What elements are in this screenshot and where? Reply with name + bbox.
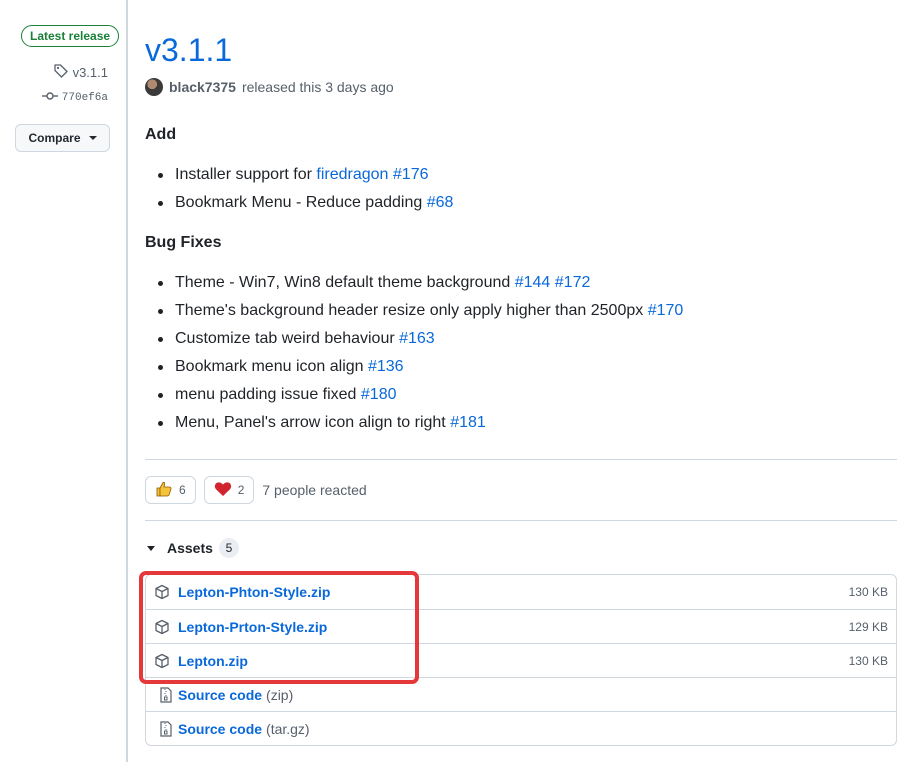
tag-label: v3.1.1 [72, 65, 108, 80]
thumbs-up-count: 6 [179, 483, 186, 497]
package-icon [154, 584, 170, 600]
release-title[interactable]: v3.1.1 [145, 30, 232, 70]
asset-size: 130 KB [848, 585, 888, 599]
asset-size: 130 KB [848, 653, 888, 668]
asset-size: 129 KB [848, 619, 888, 634]
issue-link[interactable]: #163 [399, 330, 435, 347]
add-list: Installer support for firedragon #176 Bo… [157, 161, 454, 217]
asset-link[interactable]: Source code (zip) [178, 687, 293, 703]
released-text: released this 3 days ago [241, 79, 394, 95]
issue-link[interactable]: #181 [450, 414, 486, 431]
issue-link[interactable]: #180 [361, 386, 397, 403]
release-meta: black7375 released this 3 days ago [145, 78, 394, 96]
compare-label: Compare [28, 131, 81, 145]
commit-sha: 770ef6a [61, 92, 108, 104]
avatar[interactable] [145, 78, 163, 96]
asset-row[interactable]: Source code (zip) [146, 677, 896, 711]
package-icon [154, 653, 170, 669]
bugfix-list: Theme - Win7, Win8 default theme backgro… [157, 269, 684, 437]
reactions-bar: 6 2 7 people reacted [145, 476, 367, 504]
commit-icon [41, 90, 58, 106]
asset-link[interactable]: Lepton-Prton-Style.zip [178, 619, 327, 635]
file-zip-icon [158, 720, 174, 737]
issue-link[interactable]: #176 [393, 166, 429, 183]
issue-link[interactable]: #172 [555, 274, 591, 291]
commit-link[interactable]: 770ef6a [41, 90, 108, 106]
heart-icon [214, 481, 232, 500]
add-heading: Add [145, 126, 177, 143]
compare-button[interactable]: Compare [15, 124, 110, 152]
asset-row[interactable]: Source code (tar.gz) [146, 711, 896, 745]
thumbs-up-icon [155, 480, 173, 501]
tag-link[interactable]: v3.1.1 [53, 63, 108, 82]
list-item: Customize tab weird behaviour #163 [157, 325, 683, 353]
triangle-down-icon [147, 545, 155, 551]
assets-count-badge: 5 [218, 538, 239, 558]
list-item: Menu, Panel's arrow icon align to right … [157, 409, 683, 437]
assets-label: Assets [167, 540, 213, 556]
tag-icon [53, 63, 69, 82]
release-sidebar: Latest release v3.1.1 770ef6a Compare [0, 0, 128, 762]
issue-link[interactable]: #136 [368, 358, 404, 375]
issue-link[interactable]: #68 [427, 194, 454, 211]
issue-link[interactable]: #144 [515, 274, 551, 291]
bugfix-heading: Bug Fixes [145, 234, 222, 251]
asset-link[interactable]: Lepton.zip [178, 653, 248, 669]
package-icon [154, 619, 170, 635]
divider [145, 520, 897, 521]
issue-link[interactable]: #170 [648, 302, 684, 319]
assets-toggle[interactable]: Assets 5 [145, 538, 239, 558]
reactions-summary: 7 people reacted [262, 482, 367, 498]
heart-reaction[interactable]: 2 [203, 476, 255, 504]
list-item: Bookmark menu icon align #136 [157, 353, 683, 381]
list-item: Bookmark Menu - Reduce padding #68 [157, 189, 454, 217]
latest-release-badge: Latest release [21, 25, 120, 47]
assets-list: Lepton-Phton-Style.zip 130 KB Lepton-Prt… [145, 574, 897, 746]
list-item: Theme - Win7, Win8 default theme backgro… [157, 269, 683, 297]
divider [145, 459, 897, 460]
thumbs-up-reaction[interactable]: 6 [145, 476, 196, 504]
list-item: Installer support for firedragon #176 [157, 161, 453, 189]
issue-link[interactable]: firedragon [316, 166, 388, 183]
asset-row[interactable]: Lepton-Phton-Style.zip 130 KB [146, 575, 896, 609]
heart-count: 2 [237, 483, 245, 497]
list-item: menu padding issue fixed #180 [157, 381, 683, 409]
asset-row[interactable]: Lepton-Prton-Style.zip 129 KB [146, 609, 896, 643]
author-link[interactable]: black7375 [169, 79, 236, 95]
file-zip-icon [158, 686, 174, 703]
asset-link[interactable]: Lepton-Phton-Style.zip [178, 584, 330, 600]
asset-row[interactable]: Lepton.zip 130 KB [146, 643, 896, 677]
list-item: Theme's background header resize only ap… [157, 297, 684, 325]
chevron-down-icon [88, 136, 97, 140]
asset-link[interactable]: Source code (tar.gz) [178, 721, 310, 737]
